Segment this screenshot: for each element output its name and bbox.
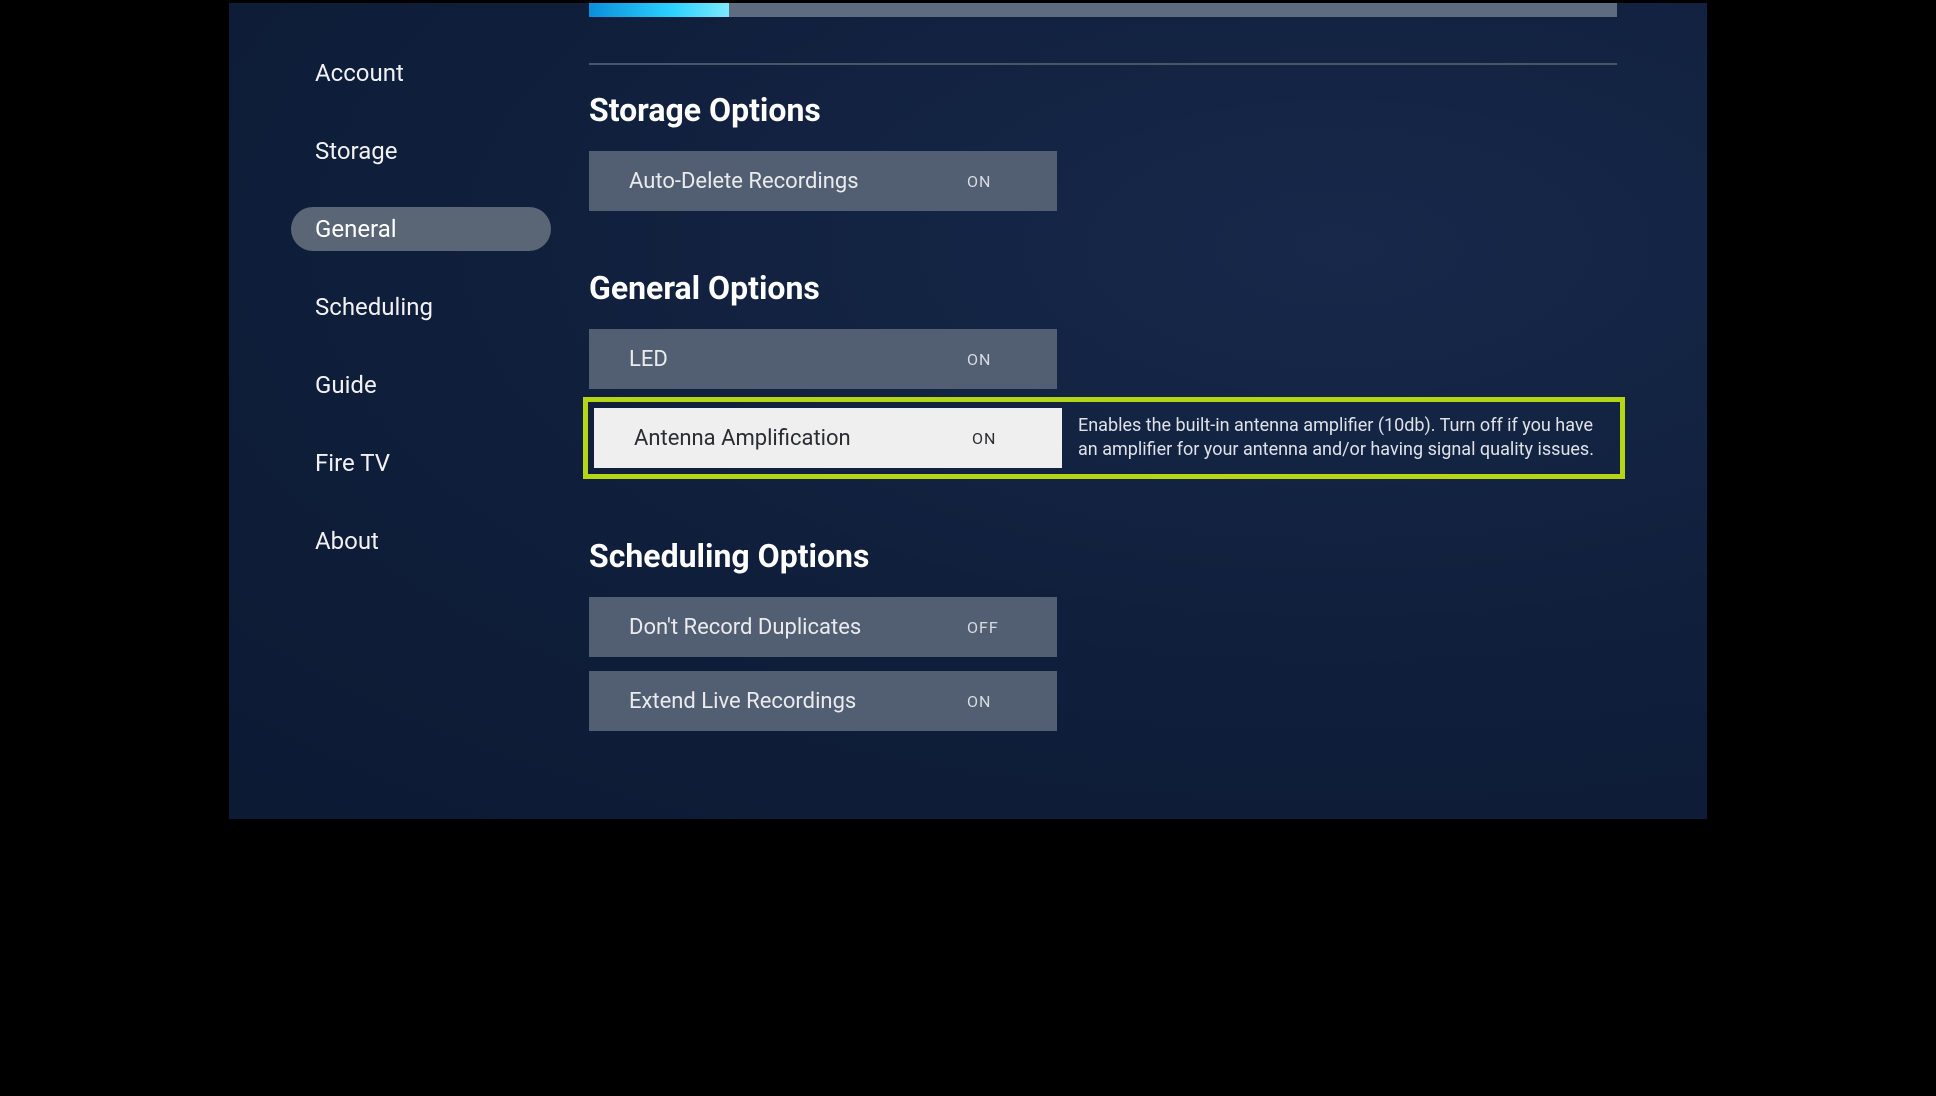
option-extend-live-recordings[interactable]: Extend Live Recordings ON [589,671,1057,731]
sidebar-item-label: Scheduling [315,293,433,321]
option-value: ON [967,692,1057,711]
sidebar-item-general[interactable]: General [291,207,551,251]
section-title: Storage Options [589,91,1617,129]
option-label: Auto-Delete Recordings [629,169,967,194]
sidebar-item-label: Account [315,59,404,87]
section-scheduling-options: Scheduling Options Don't Record Duplicat… [589,537,1617,731]
option-led[interactable]: LED ON [589,329,1057,389]
option-value: ON [967,350,1057,369]
option-label: Don't Record Duplicates [629,615,967,640]
section-general-options: General Options LED ON Antenna Amplifica… [589,269,1617,479]
sidebar-item-fire-tv[interactable]: Fire TV [291,441,551,485]
option-value: ON [967,172,1057,191]
sidebar-item-label: General [315,215,397,243]
settings-screen: Account Storage General Scheduling Guide… [226,0,1710,822]
sidebar-item-label: Storage [315,137,397,165]
option-antenna-amplification-highlight: Antenna Amplification ON Enables the bui… [583,397,1625,479]
sidebar-item-label: About [315,527,379,555]
option-label: Extend Live Recordings [629,689,967,714]
sidebar-item-about[interactable]: About [291,519,551,563]
sidebar-item-label: Fire TV [315,449,390,477]
option-auto-delete-recordings[interactable]: Auto-Delete Recordings ON [589,151,1057,211]
section-title: General Options [589,269,1617,307]
sidebar-item-scheduling[interactable]: Scheduling [291,285,551,329]
option-label: LED [629,347,967,372]
option-dont-record-duplicates[interactable]: Don't Record Duplicates OFF [589,597,1057,657]
option-label: Antenna Amplification [634,426,972,451]
sidebar-item-storage[interactable]: Storage [291,129,551,173]
section-storage-options: Storage Options Auto-Delete Recordings O… [589,91,1617,211]
option-antenna-amplification[interactable]: Antenna Amplification ON [594,408,1062,468]
sidebar-item-guide[interactable]: Guide [291,363,551,407]
sidebar-item-label: Guide [315,371,377,399]
option-value: ON [972,429,1062,448]
tab-strip [589,3,1617,17]
header-divider [589,63,1617,65]
tab-indicator-active [589,3,729,17]
option-help-text: Enables the built-in antenna amplifier (… [1078,414,1612,463]
settings-sidebar: Account Storage General Scheduling Guide… [291,51,551,563]
settings-main: Storage Options Auto-Delete Recordings O… [589,91,1617,819]
section-title: Scheduling Options [589,537,1617,575]
option-value: OFF [967,618,1057,637]
sidebar-item-account[interactable]: Account [291,51,551,95]
